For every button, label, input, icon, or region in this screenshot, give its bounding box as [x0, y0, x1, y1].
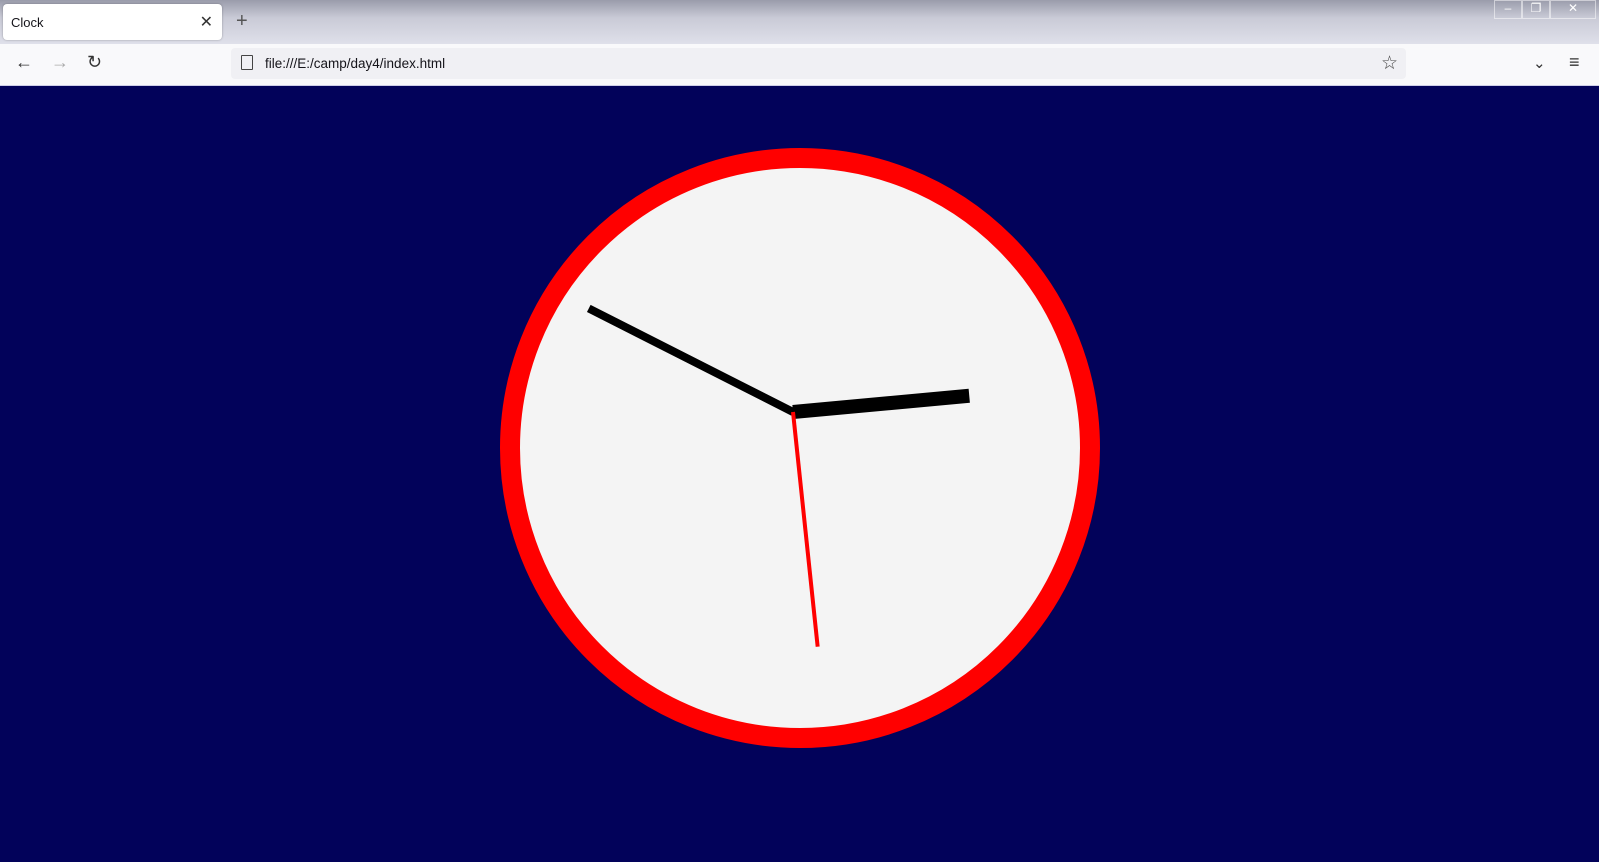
menu-icon[interactable]: ≡ [1569, 52, 1580, 73]
url-text[interactable]: file:///E:/camp/day4/index.html [265, 56, 445, 71]
tab-strip: Clock ✕ + – ❐ ✕ [0, 0, 1599, 44]
restore-button[interactable]: ❐ [1522, 0, 1550, 19]
back-button[interactable]: ← [15, 52, 33, 73]
page-content [0, 86, 1599, 862]
tab-clock[interactable]: Clock ✕ [3, 4, 222, 40]
minimize-button[interactable]: – [1494, 0, 1522, 19]
page-icon [241, 55, 253, 70]
pocket-icon[interactable]: ⌄ [1533, 54, 1546, 72]
address-bar[interactable]: file:///E:/camp/day4/index.html ☆ [231, 48, 1406, 79]
reload-button[interactable]: ↻ [87, 52, 102, 73]
forward-button[interactable]: → [51, 52, 69, 73]
navigation-toolbar: ← → ↻ file:///E:/camp/day4/index.html ☆ … [0, 44, 1599, 86]
tab-title: Clock [11, 15, 44, 30]
clock [500, 148, 1100, 748]
tab-close-icon[interactable]: ✕ [200, 12, 213, 32]
clock-face [500, 148, 1100, 748]
new-tab-button[interactable]: + [236, 10, 248, 33]
bookmark-star-icon[interactable]: ☆ [1381, 52, 1398, 75]
close-window-button[interactable]: ✕ [1550, 0, 1596, 19]
